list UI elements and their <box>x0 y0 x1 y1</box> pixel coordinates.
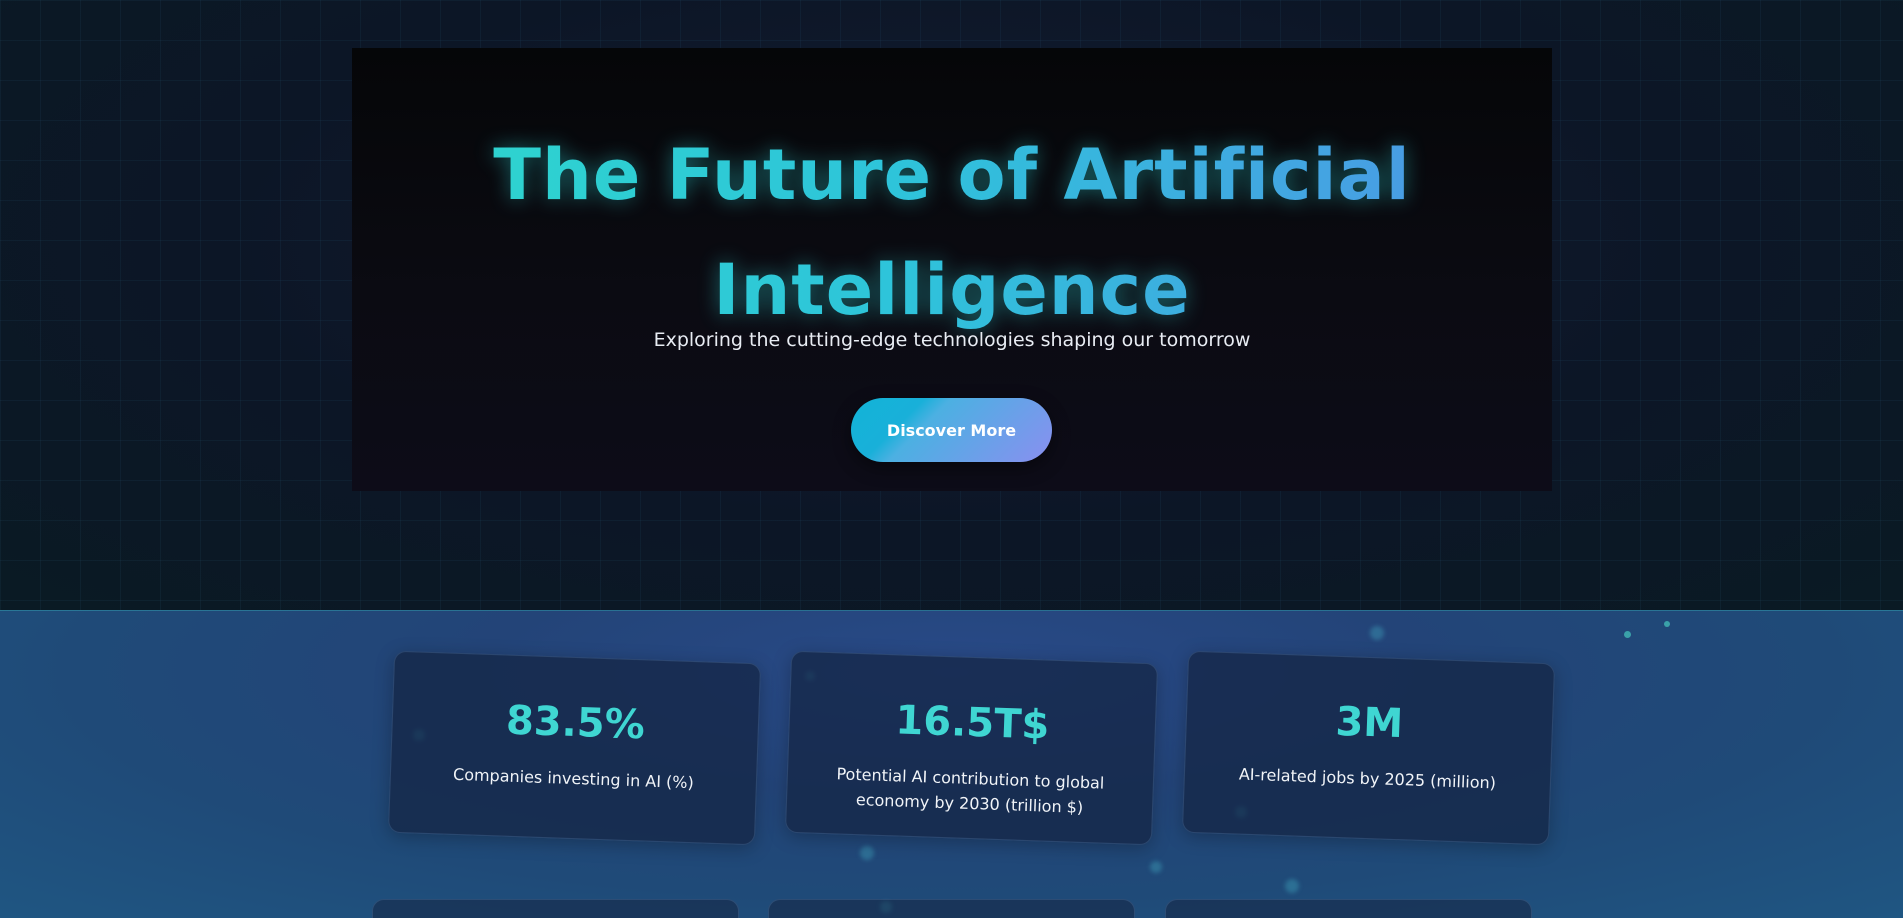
background-particle <box>860 846 874 860</box>
page: The Future of Artificial Intelligence Ex… <box>0 0 1903 918</box>
stat-card <box>1165 899 1532 918</box>
stat-card: 16.5T$ Potential AI contribution to glob… <box>784 650 1159 846</box>
background-particle <box>1150 861 1162 873</box>
stat-label: Companies investing in AI (%) <box>452 764 695 793</box>
stat-value: 3M <box>1334 698 1404 748</box>
stat-card <box>768 899 1135 918</box>
hero-panel: The Future of Artificial Intelligence Ex… <box>352 48 1552 491</box>
background-particle <box>1624 631 1631 638</box>
hero-section: The Future of Artificial Intelligence Ex… <box>0 0 1903 610</box>
background-particle <box>1664 621 1670 627</box>
hero-title: The Future of Artificial Intelligence <box>352 118 1552 348</box>
stat-label: Potential AI contribution to global econ… <box>836 764 1105 817</box>
stat-label: AI-related jobs by 2025 (million) <box>1238 764 1497 793</box>
stat-value: 16.5T$ <box>894 697 1051 749</box>
stat-card <box>372 899 739 918</box>
hero-title-line-1: The Future of Artificial <box>493 134 1411 216</box>
discover-more-button[interactable]: Discover More <box>851 398 1052 462</box>
background-particle <box>1285 879 1299 893</box>
stat-card: 3M AI-related jobs by 2025 (million) <box>1181 650 1556 846</box>
stat-card: 83.5% Companies investing in AI (%) <box>387 650 762 846</box>
stat-value: 83.5% <box>505 697 646 749</box>
hero-subtitle: Exploring the cutting-edge technologies … <box>653 329 1251 351</box>
background-particle <box>1370 626 1384 640</box>
